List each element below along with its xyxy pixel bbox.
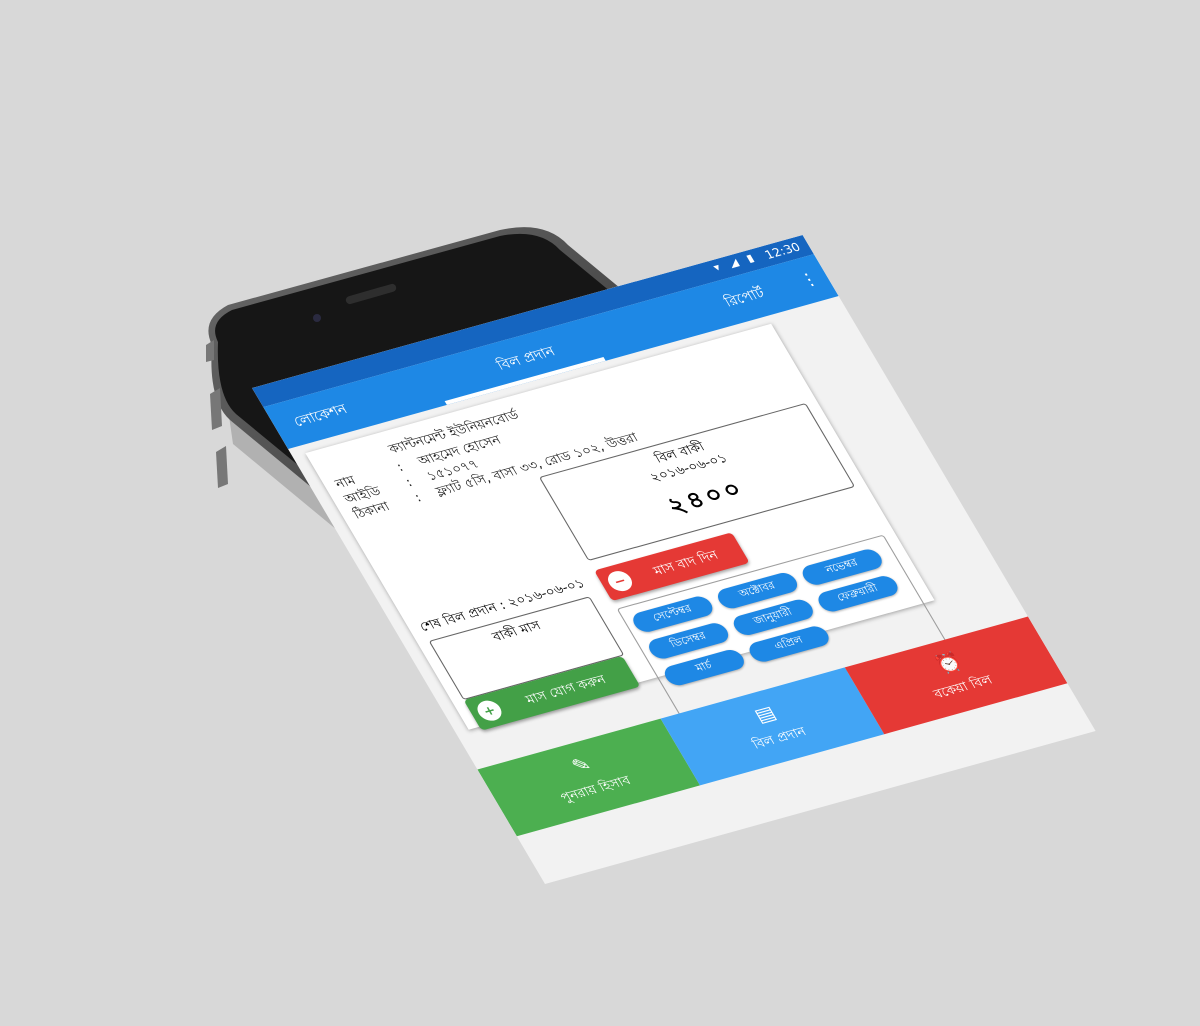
nav-recalculate[interactable]: ✎ পুনরায় হিসাব [477,718,701,837]
more-vert-icon[interactable]: ⋮ [795,268,823,291]
tab-location[interactable]: লোকেশন [290,400,353,434]
bill-due-box: বিল বাকী ২০১৬-০৬-০১ ২৪০০ [538,402,856,562]
volume-down-button [216,446,228,488]
camera-icon [313,314,321,322]
minus-icon: − [603,568,637,594]
plus-icon: + [473,698,506,724]
mute-switch [206,340,214,362]
tab-report[interactable]: রিপোর্ট [721,284,771,315]
volume-up-button [210,388,222,430]
mockup-stage: ▾ ◢ ▮ 12:30 লোকেশন বিল প্রদান রিপোর্ট ⋮ … [0,0,1200,1026]
